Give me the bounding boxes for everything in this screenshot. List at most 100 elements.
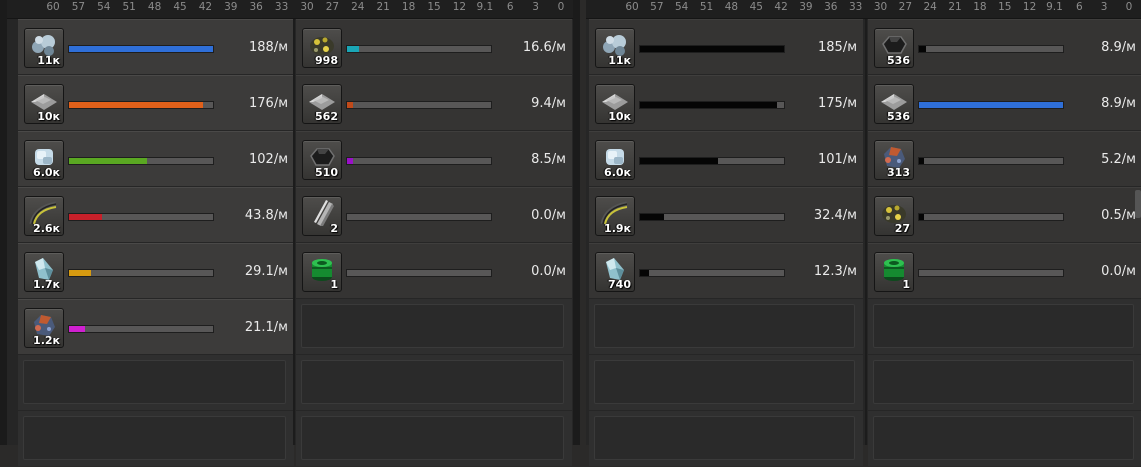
rate-label: 0.0/м <box>1101 264 1136 279</box>
rate-label: 101/м <box>818 152 857 167</box>
ore-chunk-icon[interactable]: 1.2к <box>24 308 64 348</box>
axis-tick-label: 36 <box>249 1 263 13</box>
rate-label: 8.9/м <box>1101 96 1136 111</box>
axis-tick-label: 51 <box>699 1 714 13</box>
item-column: 998 16.6/м 562 9.4/м 510 8.5/м 2 0.0/м 1 0.0/м <box>296 19 572 467</box>
rate-label: 43.8/м <box>244 208 288 223</box>
rate-bar <box>346 157 492 165</box>
rate-label: 5.2/м <box>1101 152 1136 167</box>
item-count: 510 <box>315 166 338 179</box>
item-row[interactable]: 998 16.6/м <box>296 19 572 74</box>
rate-bar <box>68 101 214 109</box>
axis-tick-label: 15 <box>998 1 1012 13</box>
item-row[interactable]: 11к 185/м <box>589 19 863 74</box>
barrel-icon[interactable]: 1 <box>874 252 914 292</box>
gold-ore-icon[interactable]: 27 <box>874 196 914 236</box>
rate-label: 29.1/м <box>244 264 288 279</box>
rate-label: 188/м <box>249 40 288 55</box>
item-row[interactable]: 11к 188/м <box>18 19 294 74</box>
item-count: 1.9к <box>604 222 631 235</box>
iron-plate-icon[interactable]: 10к <box>24 84 64 124</box>
rate-bar-fill <box>640 46 784 52</box>
item-row[interactable]: 1.2к 21.1/м <box>18 299 294 354</box>
axis-tick-label: 0 <box>557 1 565 13</box>
axis-tick-label: 21 <box>948 1 962 13</box>
barrel-icon[interactable]: 1 <box>302 252 342 292</box>
rate-bar <box>346 269 492 277</box>
coal-icon[interactable]: 510 <box>302 140 342 180</box>
axis-tick-label: 51 <box>122 1 136 13</box>
axis-tick-label: 33 <box>274 1 289 13</box>
item-row[interactable]: 27 0.5/м <box>868 187 1141 242</box>
item-row[interactable]: 6.0к 102/м <box>18 131 294 186</box>
rate-label: 0.5/м <box>1101 208 1136 223</box>
axis-tick-label: 57 <box>71 1 86 13</box>
rate-bar-fill <box>919 46 927 52</box>
axis-tick-label: 6 <box>1075 1 1083 13</box>
rate-label: 8.5/м <box>531 152 566 167</box>
axis-tick-label: 39 <box>799 1 813 13</box>
item-row[interactable]: 1 0.0/м <box>296 243 572 298</box>
item-row[interactable]: 2 0.0/м <box>296 187 572 242</box>
ice-icon[interactable]: 6.0к <box>595 140 635 180</box>
axis-tick-label: 0 <box>1125 1 1133 13</box>
ice-icon[interactable]: 6.0к <box>24 140 64 180</box>
rate-bar <box>346 45 492 53</box>
rail-icon[interactable]: 1.9к <box>595 196 635 236</box>
item-count: 6.0к <box>33 166 60 179</box>
rate-bar <box>639 213 785 221</box>
item-count: 10к <box>608 110 631 123</box>
item-count: 562 <box>315 110 338 123</box>
rate-bar-fill <box>69 158 147 164</box>
iron-plate-icon[interactable]: 562 <box>302 84 342 124</box>
axis-tick-label: 33 <box>848 1 863 13</box>
crystal-icon[interactable]: 1.7к <box>24 252 64 292</box>
stone-icon[interactable]: 11к <box>595 28 635 68</box>
item-row[interactable]: 536 8.9/м <box>868 19 1141 74</box>
rate-bar-fill <box>69 102 203 108</box>
coal-icon[interactable]: 536 <box>874 28 914 68</box>
axis-tick-label: 12 <box>452 1 467 13</box>
crystal-icon[interactable]: 740 <box>595 252 635 292</box>
empty-slot <box>18 355 294 410</box>
item-row[interactable]: 6.0к 101/м <box>589 131 863 186</box>
rail-icon[interactable]: 2.6к <box>24 196 64 236</box>
item-count: 740 <box>608 278 631 291</box>
rate-bar-fill <box>640 102 777 108</box>
rate-bar-fill <box>640 270 649 276</box>
rate-bar-fill <box>69 214 103 220</box>
item-row[interactable]: 1 0.0/м <box>868 243 1141 298</box>
item-column: 11к 185/м 10к 175/м 6.0к 101/м 1.9к 32.4/м 740 12… <box>589 19 863 467</box>
item-row[interactable]: 10к 175/м <box>589 75 863 130</box>
item-row[interactable]: 1.7к 29.1/м <box>18 243 294 298</box>
item-row[interactable]: 536 8.9/м <box>868 75 1141 130</box>
ore-chunk-icon[interactable]: 313 <box>874 140 914 180</box>
iron-plate-icon[interactable]: 536 <box>874 84 914 124</box>
item-row[interactable]: 1.9к 32.4/м <box>589 187 863 242</box>
item-row[interactable]: 562 9.4/м <box>296 75 572 130</box>
item-row[interactable]: 313 5.2/м <box>868 131 1141 186</box>
rate-bar <box>918 45 1064 53</box>
item-count: 536 <box>887 110 910 123</box>
empty-slot <box>589 299 863 354</box>
iron-plate-icon[interactable]: 10к <box>595 84 635 124</box>
rate-bar-fill <box>347 102 353 108</box>
axis-tick-label: 57 <box>650 1 664 13</box>
stone-icon[interactable]: 11к <box>24 28 64 68</box>
scrollbar-thumb[interactable] <box>1135 190 1141 218</box>
rate-label: 8.9/м <box>1101 40 1136 55</box>
axis-tick-label: 54 <box>97 1 111 13</box>
rate-bar <box>639 157 785 165</box>
item-row[interactable]: 2.6к 43.8/м <box>18 187 294 242</box>
rate-bar-fill <box>347 158 353 164</box>
empty-slot <box>868 355 1141 410</box>
panel-edge <box>573 0 580 445</box>
item-count: 1 <box>902 278 910 291</box>
gold-ore-icon[interactable]: 998 <box>302 28 342 68</box>
item-row[interactable]: 740 12.3/м <box>589 243 863 298</box>
rate-bar <box>639 269 785 277</box>
axis-tick-label: 60 <box>625 1 639 13</box>
beam-icon[interactable]: 2 <box>302 196 342 236</box>
item-row[interactable]: 510 8.5/м <box>296 131 572 186</box>
item-row[interactable]: 10к 176/м <box>18 75 294 130</box>
